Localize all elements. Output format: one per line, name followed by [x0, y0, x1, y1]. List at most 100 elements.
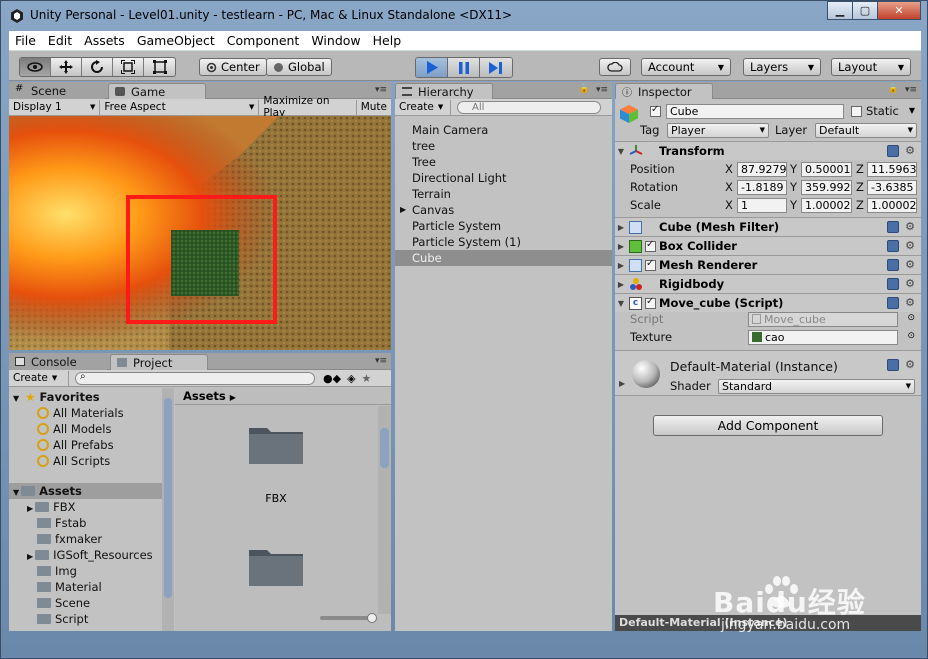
hierarchy-item[interactable]: tree — [395, 138, 612, 154]
folder-item[interactable]: Scene — [9, 595, 162, 611]
hierarchy-item[interactable]: Particle System — [395, 218, 612, 234]
minimize-button[interactable]: ▁ — [827, 1, 853, 20]
scale-tool-button[interactable] — [113, 58, 144, 76]
filter-type-icon[interactable]: ●◆ — [323, 372, 341, 385]
favorite-item[interactable]: All Models — [9, 421, 162, 437]
favorite-item[interactable]: All Prefabs — [9, 437, 162, 453]
mute-toggle[interactable]: Mute — [357, 100, 391, 115]
project-create-dropdown[interactable]: Create ▼ — [9, 370, 69, 386]
expand-arrow-icon[interactable]: ▶ — [400, 202, 406, 218]
tab-inspector[interactable]: ⓘ Inspector — [615, 83, 713, 99]
scale-x-field[interactable]: 1 — [737, 198, 787, 213]
pivot-center-button[interactable]: Center — [199, 58, 267, 76]
rotation-y-field[interactable]: 359.992 — [801, 180, 852, 195]
position-z-field[interactable]: 11.5963 — [867, 162, 917, 177]
rigidbody-component-header[interactable]: ▶ Rigidbody ⚙ — [615, 274, 921, 293]
help-book-icon[interactable] — [887, 259, 899, 271]
object-picker-icon[interactable]: ⊙ — [907, 331, 915, 341]
hierarchy-create-dropdown[interactable]: Create ▼ — [395, 99, 451, 115]
project-search-input[interactable]: ⌕ — [75, 371, 315, 385]
move-cube-script-header[interactable]: ▼ c Move_cube (Script) ⚙ — [615, 293, 921, 312]
gear-icon[interactable]: ⚙ — [905, 144, 915, 157]
position-x-field[interactable]: 87.9279 — [737, 162, 787, 177]
hierarchy-item-selected[interactable]: Cube — [395, 250, 612, 266]
account-dropdown[interactable]: Account ▼ — [641, 58, 731, 76]
position-y-field[interactable]: 0.50001 — [801, 162, 852, 177]
tag-dropdown[interactable]: Player ▼ — [667, 123, 769, 138]
hierarchy-item[interactable]: Tree — [395, 154, 612, 170]
rotation-x-field[interactable]: -1.8189 — [737, 180, 787, 195]
scale-z-field[interactable]: 1.00002 — [867, 198, 917, 213]
label-tag-icon[interactable]: ◈ — [347, 372, 355, 385]
icon-size-slider[interactable] — [320, 613, 377, 623]
folder-item[interactable]: ▶ FBX — [9, 499, 162, 515]
pause-button[interactable] — [448, 58, 480, 77]
texture-field[interactable]: cao — [748, 330, 898, 345]
grid-scrollbar[interactable] — [378, 406, 391, 614]
menu-gameobject[interactable]: GameObject — [131, 33, 221, 48]
close-button[interactable]: ✕ — [877, 1, 921, 20]
gear-icon[interactable]: ⚙ — [905, 296, 915, 309]
rect-tool-button[interactable] — [144, 58, 175, 76]
component-enabled-checkbox[interactable] — [645, 258, 656, 271]
hierarchy-item[interactable]: Directional Light — [395, 170, 612, 186]
display-dropdown[interactable]: Display 1 ▼ — [9, 99, 101, 115]
menu-file[interactable]: File — [9, 33, 42, 48]
folder-item[interactable]: Script — [9, 611, 162, 627]
folder-item[interactable]: Fstab — [9, 515, 162, 531]
maximize-button[interactable]: ▢ — [852, 1, 878, 20]
folder-item[interactable]: ▶ IGSoft_Resources — [9, 547, 162, 563]
static-chevron-icon[interactable]: ▼ — [909, 106, 915, 115]
help-book-icon[interactable] — [887, 278, 899, 290]
tab-game[interactable]: Game — [108, 83, 206, 99]
play-button[interactable] — [416, 58, 448, 77]
hierarchy-item[interactable]: Particle System (1) — [395, 234, 612, 250]
gear-icon[interactable]: ⚙ — [905, 358, 915, 371]
tree-scrollbar[interactable] — [162, 388, 174, 631]
component-enabled-checkbox[interactable] — [645, 296, 656, 309]
hierarchy-search-input[interactable] — [457, 100, 601, 114]
asset-breadcrumb[interactable]: Assets ▶ — [175, 388, 391, 405]
help-book-icon[interactable] — [887, 359, 899, 371]
help-book-icon[interactable] — [887, 145, 899, 157]
grid-scroll-thumb[interactable] — [380, 428, 389, 468]
help-book-icon[interactable] — [887, 297, 899, 309]
gear-icon[interactable]: ⚙ — [905, 277, 915, 290]
folder-item[interactable]: Material — [9, 579, 162, 595]
menu-edit[interactable]: Edit — [42, 33, 78, 48]
add-component-button[interactable]: Add Component — [653, 415, 883, 436]
gear-icon[interactable]: ⚙ — [905, 258, 915, 271]
assets-root[interactable]: ▼ Assets — [9, 483, 162, 499]
panel-menu-icon[interactable]: ▾≡ — [375, 85, 387, 95]
favorite-item[interactable]: All Scripts — [9, 453, 162, 469]
step-button[interactable] — [480, 58, 512, 77]
hierarchy-item[interactable]: Main Camera — [395, 122, 612, 138]
cloud-button[interactable] — [599, 58, 631, 76]
gear-icon[interactable]: ⚙ — [905, 220, 915, 233]
static-checkbox[interactable] — [851, 106, 862, 117]
favorites-header[interactable]: ▼ ★ Favorites — [9, 389, 162, 405]
maximize-on-play-toggle[interactable]: Maximize on Play — [259, 95, 357, 119]
panel-menu-icon[interactable]: ▾≡ — [596, 85, 608, 95]
layers-dropdown[interactable]: Layers ▼ — [743, 58, 821, 76]
lock-icon[interactable]: 🔒 — [888, 84, 899, 94]
layout-dropdown[interactable]: Layout ▼ — [831, 58, 911, 76]
asset-folder-tile[interactable] — [247, 422, 305, 466]
panel-menu-icon[interactable]: ▾≡ — [905, 85, 917, 95]
layer-dropdown[interactable]: Default ▼ — [815, 123, 917, 138]
box-collider-component-header[interactable]: ▶ Box Collider ⚙ — [615, 236, 921, 255]
lock-icon[interactable]: 🔒 — [579, 84, 590, 94]
component-enabled-checkbox[interactable] — [645, 239, 656, 252]
folder-item[interactable]: fxmaker — [9, 531, 162, 547]
folder-item[interactable]: Img — [9, 563, 162, 579]
shader-dropdown[interactable]: Standard ▼ — [718, 379, 915, 394]
menu-help[interactable]: Help — [367, 33, 408, 48]
favorite-item[interactable]: All Materials — [9, 405, 162, 421]
game-viewport[interactable] — [9, 116, 391, 350]
help-book-icon[interactable] — [887, 240, 899, 252]
transform-component-header[interactable]: ▼ Transform ⚙ — [615, 141, 921, 160]
star-icon[interactable]: ★ — [362, 372, 372, 385]
mesh-renderer-component-header[interactable]: ▶ Mesh Renderer ⚙ — [615, 255, 921, 274]
move-tool-button[interactable] — [51, 58, 82, 76]
object-name-field[interactable]: Cube — [666, 104, 844, 119]
